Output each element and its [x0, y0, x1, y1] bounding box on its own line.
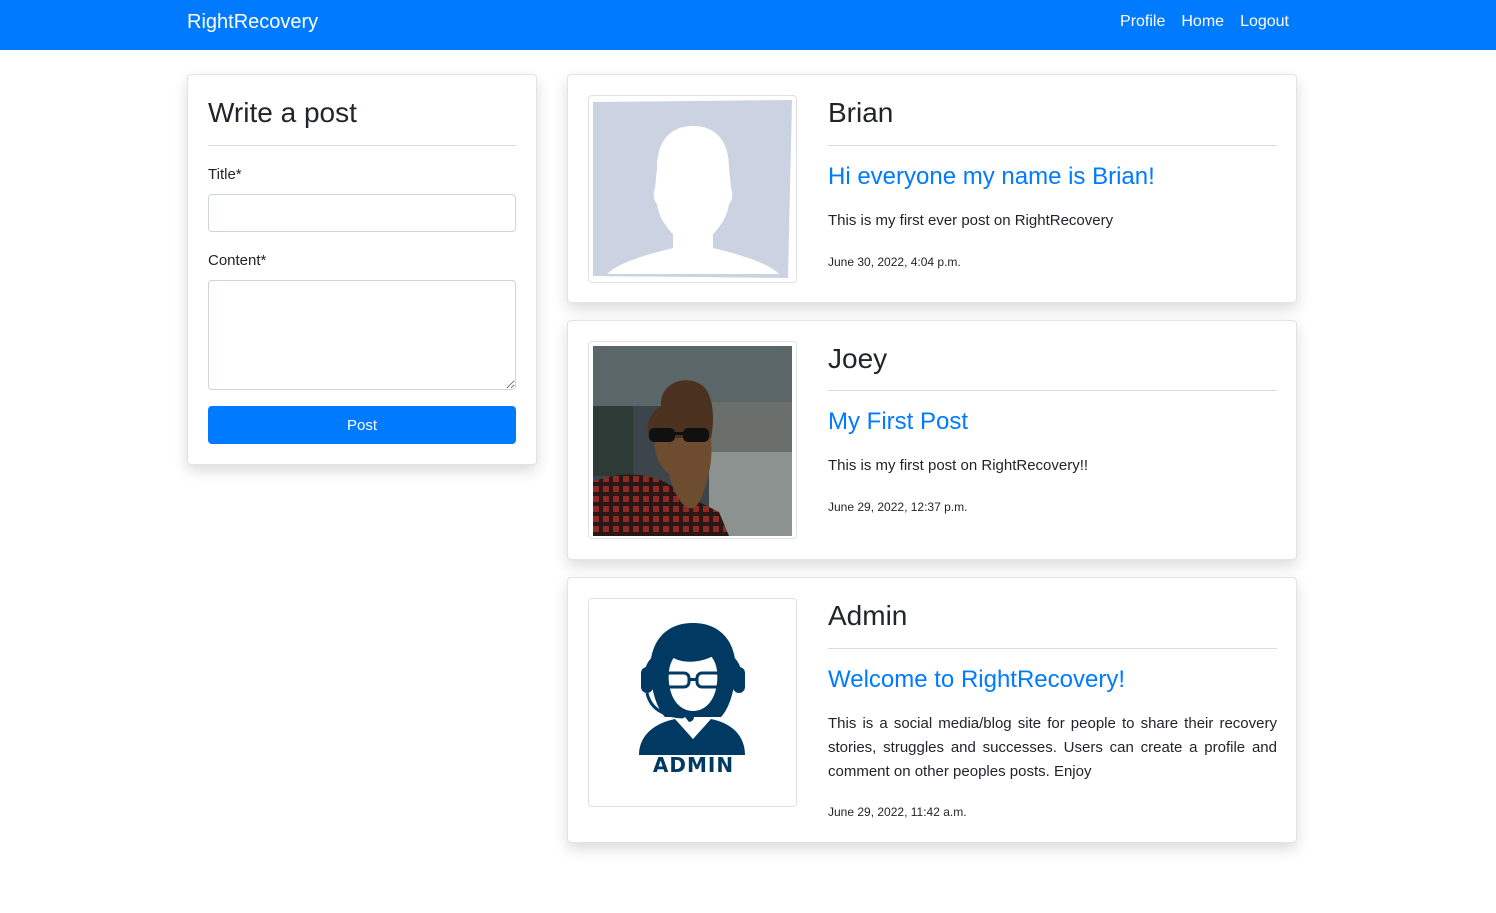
post-date: June 30, 2022, 4:04 p.m. — [828, 255, 961, 269]
content-textarea[interactable] — [208, 280, 516, 390]
divider — [828, 648, 1277, 649]
post-card: Joey My First Post This is my first post… — [567, 320, 1297, 560]
avatar: ADMIN — [588, 598, 797, 807]
post-content: This is my first post on RightRecovery!! — [828, 457, 1089, 474]
nav-links: Profile Home Logout — [1120, 13, 1289, 31]
avatar — [588, 95, 797, 283]
post-author: Brian — [828, 97, 894, 128]
post-content: This is my first ever post on RightRecov… — [828, 212, 1114, 229]
brand-link[interactable]: RightRecovery — [187, 11, 318, 34]
post-date: June 29, 2022, 11:42 a.m. — [828, 805, 967, 819]
divider — [828, 145, 1277, 146]
avatar — [588, 341, 797, 539]
nav-profile-link[interactable]: Profile — [1120, 13, 1165, 31]
post-date: June 29, 2022, 12:37 p.m. — [828, 500, 968, 514]
bearded-man-photo-icon — [593, 346, 792, 536]
nav-logout-link[interactable]: Logout — [1240, 13, 1289, 31]
post-author: Joey — [828, 343, 888, 374]
title-input[interactable] — [208, 194, 516, 232]
post-title-link[interactable]: My First Post — [828, 408, 968, 436]
post-button[interactable]: Post — [208, 406, 516, 444]
admin-headset-avatar-icon — [639, 623, 745, 755]
post-author: Admin — [828, 600, 908, 631]
post-content: This is a social media/blog site for peo… — [828, 715, 1277, 780]
content-label: Content* — [208, 252, 267, 269]
top-navbar: RightRecovery Profile Home Logout — [0, 0, 1496, 50]
post-title-link[interactable]: Welcome to RightRecovery! — [828, 666, 1125, 694]
default-silhouette-avatar-icon — [593, 100, 792, 278]
post-title-link[interactable]: Hi everyone my name is Brian! — [828, 163, 1155, 191]
nav-home-link[interactable]: Home — [1181, 13, 1224, 31]
title-label: Title* — [208, 166, 242, 183]
divider — [208, 145, 516, 146]
post-card: Brian Hi everyone my name is Brian! This… — [567, 74, 1297, 303]
write-post-heading: Write a post — [208, 97, 357, 128]
admin-avatar-text: ADMIN — [652, 753, 735, 777]
post-card: ADMIN Admin Welcome to RightRecovery! Th… — [567, 577, 1297, 843]
divider — [828, 390, 1277, 391]
write-post-card: Write a post Title* Content* Post — [187, 74, 537, 465]
